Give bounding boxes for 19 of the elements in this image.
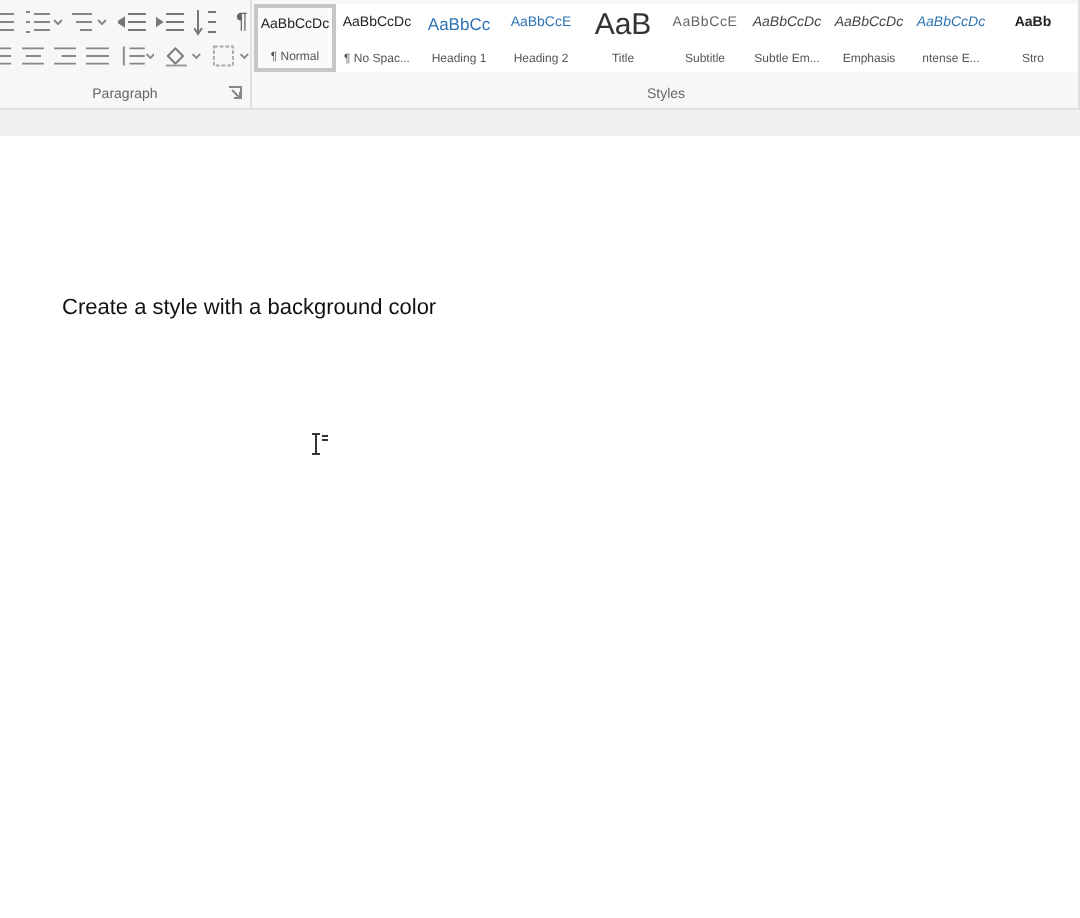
style-preview: AaBbCc [427,12,491,36]
decrease-indent-icon[interactable] [118,9,146,33]
borders-icon[interactable] [211,43,250,67]
line-spacing-icon[interactable] [119,43,154,67]
sort-icon[interactable] [194,7,218,35]
bullets-icon[interactable] [0,9,16,33]
justify-icon[interactable] [86,43,110,67]
text-cursor-icon [310,432,330,456]
align-left-icon[interactable] [0,43,12,67]
multilevel-list-icon[interactable] [72,9,108,33]
align-center-icon[interactable] [21,43,45,67]
align-right-icon[interactable] [54,43,77,67]
style-preview: AaB [594,12,652,40]
increase-indent-icon[interactable] [156,9,184,33]
numbered-list-icon[interactable] [26,9,62,33]
show-formatting-button[interactable]: ¶ [236,9,248,33]
dialog-launcher-icon[interactable] [228,86,242,100]
paint-bucket-icon[interactable] [163,43,202,67]
document-text: Create a style with a background color [62,296,439,320]
